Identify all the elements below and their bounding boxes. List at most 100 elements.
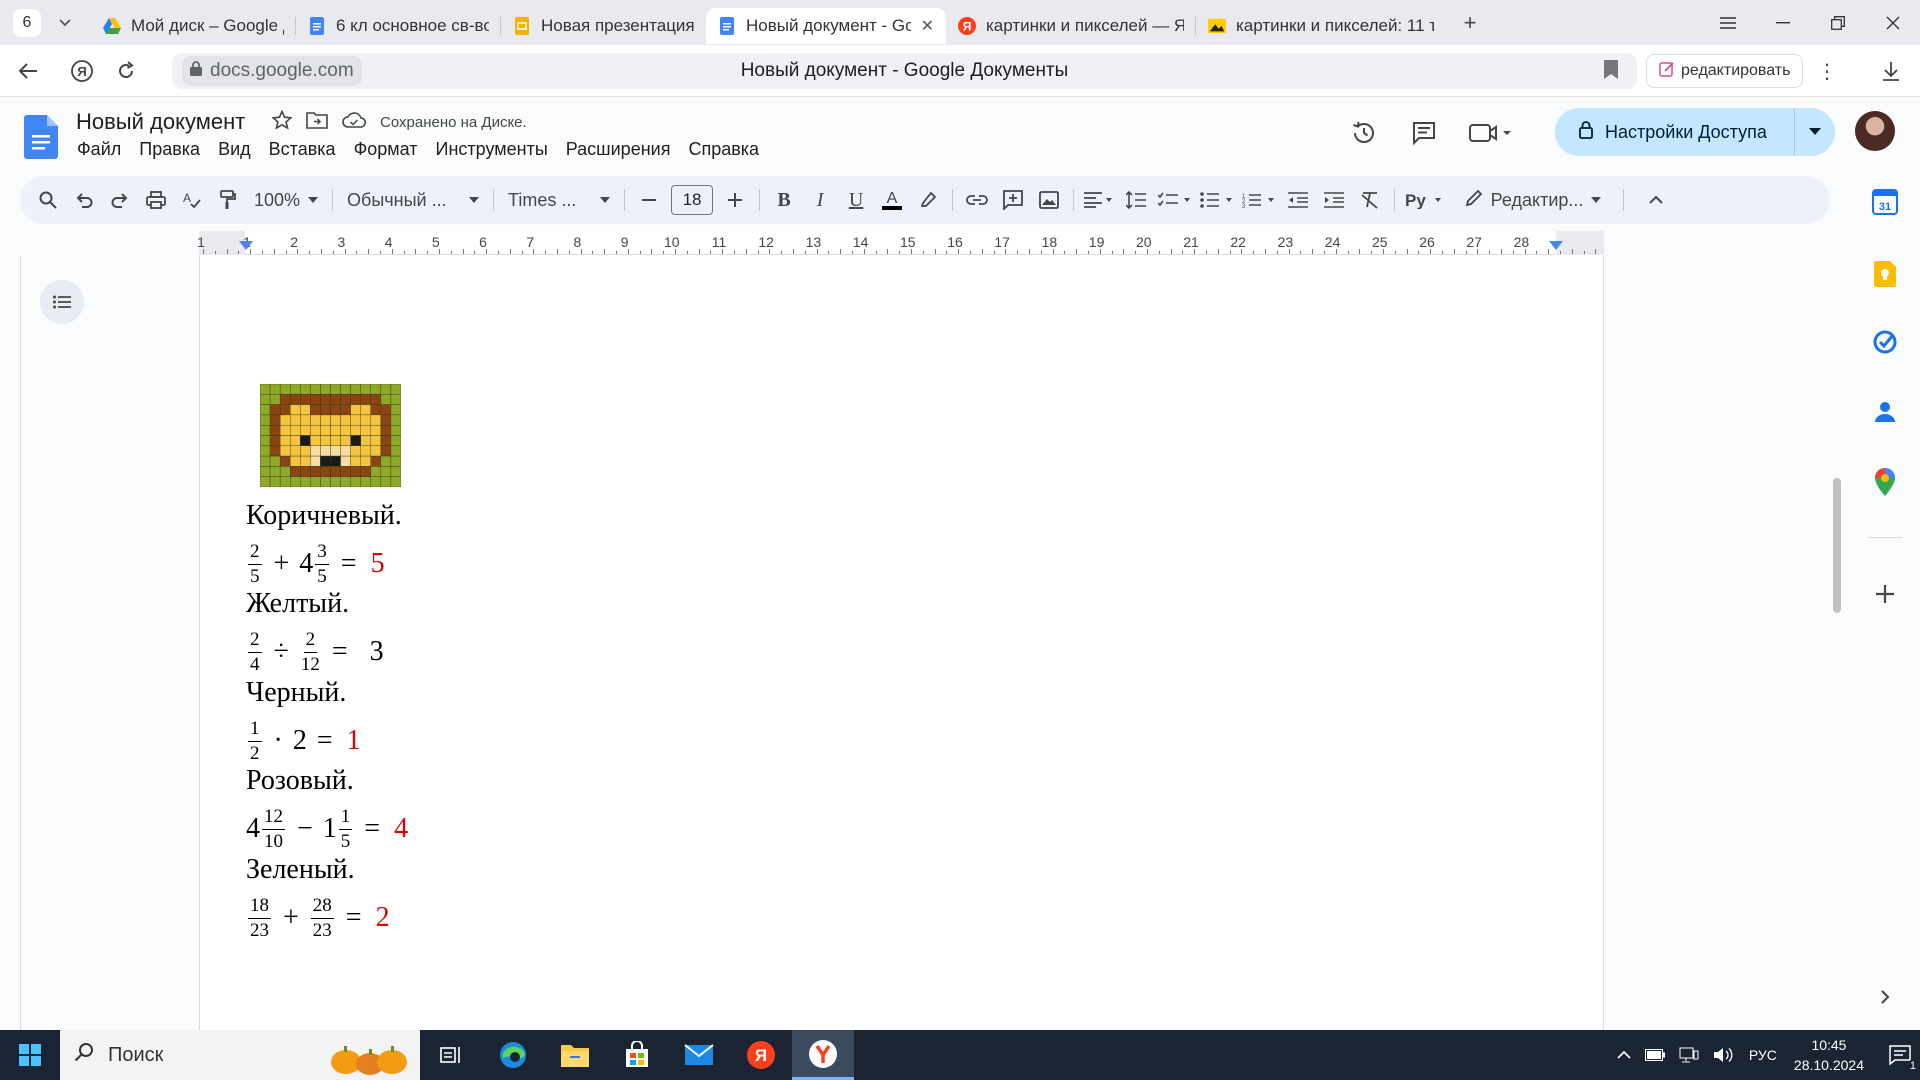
notifications-icon[interactable]: 1 <box>1880 1030 1920 1080</box>
pixel-art-lion-image[interactable] <box>260 384 401 487</box>
yandex-app-icon[interactable]: Я <box>730 1030 792 1080</box>
contacts-icon[interactable] <box>1870 397 1900 427</box>
tab-yandex-images[interactable]: картинки и пикселей: 11 т <box>1196 8 1446 44</box>
font-select[interactable]: Times ... <box>500 182 618 218</box>
tab-fraction-doc[interactable]: 6 кл основное св-во дроб <box>296 8 501 44</box>
bulleted-list-icon[interactable] <box>1196 182 1238 218</box>
battery-icon[interactable] <box>1644 1049 1665 1061</box>
menu-extensions[interactable]: Расширения <box>557 139 680 160</box>
google-docs-logo-icon[interactable] <box>24 115 58 164</box>
search-menus-icon[interactable] <box>30 182 66 218</box>
text-color-icon[interactable]: A <box>874 182 910 218</box>
input-tools-icon[interactable]: Рy <box>1401 182 1449 218</box>
close-window-icon[interactable] <box>1865 0 1920 45</box>
input-language[interactable]: РУС <box>1749 1047 1777 1063</box>
yandex-home-icon[interactable]: Я <box>62 51 102 91</box>
user-avatar[interactable] <box>1855 111 1895 151</box>
align-left-icon[interactable] <box>1080 182 1118 218</box>
microsoft-store-icon[interactable] <box>606 1030 668 1080</box>
decrease-font-size-icon[interactable] <box>631 182 667 218</box>
move-folder-icon[interactable] <box>306 111 328 134</box>
menu-help[interactable]: Справка <box>679 139 768 160</box>
line-spacing-icon[interactable] <box>1118 182 1154 218</box>
print-icon[interactable] <box>138 182 174 218</box>
star-icon[interactable] <box>271 109 293 135</box>
menu-file[interactable]: Файл <box>68 139 130 160</box>
mail-icon[interactable] <box>668 1030 730 1080</box>
menu-format[interactable]: Формат <box>345 139 427 160</box>
task-view-icon[interactable] <box>420 1030 482 1080</box>
increase-indent-icon[interactable] <box>1316 182 1352 218</box>
italic-icon[interactable]: I <box>802 182 838 218</box>
tab-counter[interactable]: 6 <box>13 8 41 37</box>
cloud-saved-icon[interactable] <box>342 112 367 133</box>
horizontal-ruler[interactable]: 1 1 2 3 4 5 6 7 8 9 10 11 12 13 14 15 16 17 18 19 20 21 22 23 24… <box>197 231 1604 255</box>
tab-google-drive[interactable]: Мой диск – Google Диск <box>91 8 296 44</box>
restore-icon[interactable] <box>1810 0 1865 45</box>
paint-format-icon[interactable] <box>210 182 246 218</box>
yandex-browser-icon[interactable] <box>792 1030 854 1080</box>
clear-formatting-icon[interactable] <box>1352 182 1388 218</box>
download-icon[interactable] <box>1875 55 1907 87</box>
vertical-scrollbar[interactable] <box>1833 478 1841 613</box>
paragraph-style-select[interactable]: Обычный ... <box>339 182 487 218</box>
minimize-icon[interactable] <box>1755 0 1810 45</box>
menu-edit[interactable]: Правка <box>130 139 209 160</box>
clock[interactable]: 10:45 28.10.2024 <box>1794 1035 1864 1075</box>
bookmark-icon[interactable] <box>1603 59 1619 86</box>
comments-icon[interactable] <box>1400 109 1448 157</box>
font-size-input[interactable]: 18 <box>671 185 714 215</box>
bold-icon[interactable]: B <box>766 182 802 218</box>
calendar-icon[interactable]: 31 <box>1870 187 1900 217</box>
document-outline-icon[interactable] <box>40 280 84 324</box>
decrease-indent-icon[interactable] <box>1280 182 1316 218</box>
maps-icon[interactable] <box>1870 467 1900 497</box>
underline-icon[interactable]: U <box>838 182 874 218</box>
tab-yandex-search[interactable]: Я картинки и пикселей — Я <box>946 8 1196 44</box>
more-vertical-icon[interactable]: ⋮ <box>1815 55 1839 87</box>
keep-icon[interactable] <box>1870 259 1900 289</box>
show-hidden-icons-icon[interactable] <box>1617 1051 1631 1059</box>
collapse-toolbar-icon[interactable] <box>1638 182 1674 218</box>
taskbar-search[interactable]: Поиск <box>60 1030 420 1080</box>
zoom-select[interactable]: 100% <box>246 182 326 218</box>
add-addon-icon[interactable] <box>1870 579 1900 609</box>
document-page[interactable] <box>199 255 1604 1030</box>
expand-panel-icon[interactable] <box>1870 982 1900 1012</box>
version-history-icon[interactable] <box>1340 109 1388 157</box>
tab-list-dropdown-icon[interactable] <box>51 9 79 37</box>
checklist-icon[interactable] <box>1154 182 1196 218</box>
left-indent-marker[interactable] <box>239 241 253 250</box>
back-arrow-icon[interactable] <box>8 51 48 91</box>
insert-image-icon[interactable] <box>1031 182 1067 218</box>
share-dropdown-icon[interactable] <box>1795 108 1835 156</box>
tabs-menu-icon[interactable] <box>1700 0 1755 45</box>
new-tab-icon[interactable]: + <box>1456 9 1484 37</box>
increase-font-size-icon[interactable] <box>717 182 753 218</box>
windows-start-icon[interactable] <box>0 1030 60 1080</box>
spellcheck-icon[interactable]: A <box>174 182 210 218</box>
tab-presentation[interactable]: Новая презентация - Goo <box>501 8 706 44</box>
tab-new-document[interactable]: Новый документ - Goo ✕ <box>706 7 946 44</box>
tasks-icon[interactable] <box>1870 327 1900 357</box>
site-info-chip[interactable]: docs.google.com <box>182 56 362 86</box>
menu-insert[interactable]: Вставка <box>260 139 345 160</box>
document-title[interactable]: Новый документ <box>76 109 245 135</box>
reload-icon[interactable] <box>106 51 146 91</box>
volume-icon[interactable] <box>1713 1047 1735 1063</box>
meet-video-icon[interactable] <box>1460 109 1520 157</box>
undo-icon[interactable] <box>66 182 102 218</box>
redo-icon[interactable] <box>102 182 138 218</box>
menu-tools[interactable]: Инструменты <box>427 139 557 160</box>
insert-link-icon[interactable] <box>959 182 995 218</box>
file-explorer-icon[interactable] <box>544 1030 606 1080</box>
highlight-color-icon[interactable] <box>910 182 946 218</box>
network-icon[interactable] <box>1679 1047 1699 1063</box>
edge-browser-icon[interactable] <box>482 1030 544 1080</box>
add-comment-icon[interactable] <box>995 182 1031 218</box>
numbered-list-icon[interactable]: 123 <box>1238 182 1280 218</box>
menu-view[interactable]: Вид <box>209 139 260 160</box>
close-tab-icon[interactable]: ✕ <box>921 16 934 36</box>
omnibox[interactable]: docs.google.com Новый документ - Google … <box>172 53 1637 89</box>
edit-page-button[interactable]: редактировать <box>1646 54 1804 88</box>
